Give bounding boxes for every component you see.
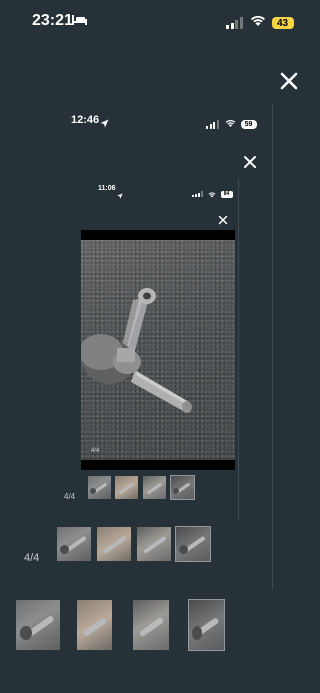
battery-icon: 59 — [240, 119, 257, 129]
bed-icon — [72, 13, 87, 31]
middle-thumbnail-3[interactable] — [137, 527, 171, 561]
photo-frame: 4/4 — [81, 230, 235, 470]
outer-close-button[interactable] — [278, 70, 300, 92]
signal-icon — [226, 17, 243, 29]
middle-thumbnail-4[interactable] — [175, 526, 211, 562]
middle-thumbnail-2[interactable] — [97, 527, 131, 561]
middle-thumbnail-1[interactable] — [57, 527, 91, 561]
wifi-icon — [208, 185, 216, 203]
battery-icon: 84 — [220, 190, 233, 198]
middle-status-icons: 59 — [206, 115, 257, 133]
close-icon — [244, 156, 256, 168]
inner-status-time: 11:06 — [98, 185, 116, 192]
outer-thumbnail-3[interactable] — [133, 600, 169, 650]
close-icon — [218, 215, 228, 225]
crankshaft-image — [81, 288, 192, 413]
inner-counter: 4/4 — [64, 492, 76, 501]
wifi-icon — [250, 14, 266, 32]
signal-icon — [192, 191, 203, 197]
outer-thumbnail-4[interactable] — [188, 599, 225, 651]
outer-thumbnail-1[interactable] — [16, 600, 60, 650]
wifi-icon — [225, 115, 236, 133]
middle-counter: 4/4 — [24, 552, 40, 564]
outer-status-time: 23:21 — [32, 12, 73, 29]
location-arrow-icon — [117, 186, 123, 204]
middle-status-time: 12:46 — [71, 114, 100, 126]
inner-thumbnail-3[interactable] — [143, 476, 166, 499]
inner-thumbnail-1[interactable] — [88, 476, 111, 499]
battery-icon: 43 — [271, 17, 294, 29]
middle-close-button[interactable] — [243, 155, 257, 169]
inner-thumbnail-2[interactable] — [115, 476, 138, 499]
outer-status-icons: 43 — [226, 14, 294, 32]
signal-icon — [206, 119, 219, 129]
outer-thumbnail-2[interactable] — [77, 600, 112, 650]
inner-status-icons: 84 — [192, 185, 233, 203]
photo-counter: 4/4 — [91, 448, 100, 454]
middle-divider — [238, 178, 239, 520]
inner-thumbnail-4[interactable] — [170, 475, 195, 500]
close-icon — [280, 72, 298, 90]
location-arrow-icon — [100, 115, 109, 133]
inner-close-button[interactable] — [218, 213, 228, 225]
crankshaft-photo[interactable]: 4/4 — [81, 240, 235, 460]
outer-divider — [272, 104, 273, 590]
